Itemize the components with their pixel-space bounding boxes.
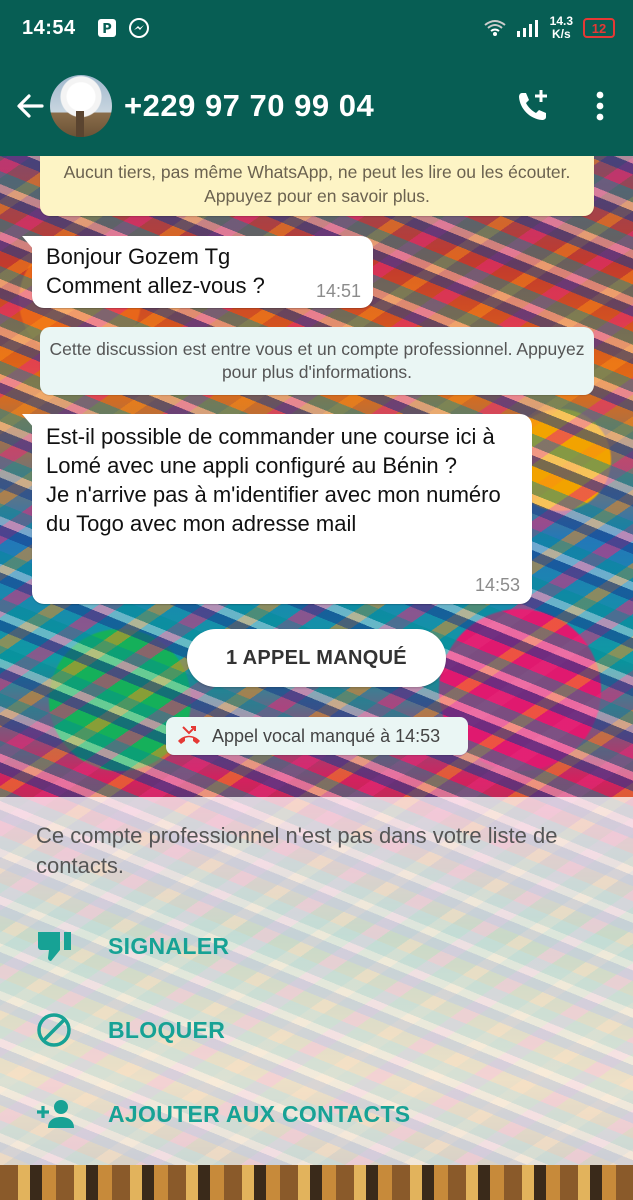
- header-actions: [515, 88, 621, 124]
- network-speed: 14.3 K/s: [549, 14, 573, 41]
- message-text: Est-il possible de commander une course …: [46, 424, 501, 536]
- add-contact-button[interactable]: AJOUTER AUX CONTACTS: [0, 1083, 633, 1145]
- missed-call-entry[interactable]: Appel vocal manqué à 14:53: [166, 717, 468, 755]
- svg-text:P: P: [102, 22, 112, 37]
- block-icon: [37, 1013, 71, 1047]
- parking-app-icon: P: [97, 19, 116, 37]
- unknown-business-panel: Ce compte professionnel n'est pas dans v…: [0, 797, 633, 1165]
- messenger-icon: [128, 18, 149, 38]
- business-account-notice[interactable]: Cette discussion est entre vous et un co…: [40, 327, 594, 395]
- thumb-down-icon: [38, 932, 71, 961]
- more-vert-icon[interactable]: [595, 90, 605, 122]
- signal-icon: [516, 20, 538, 37]
- report-button[interactable]: SIGNALER: [0, 915, 633, 977]
- battery-indicator: 12: [583, 18, 615, 38]
- person-add-icon: [37, 1100, 74, 1128]
- contact-avatar[interactable]: [50, 75, 112, 137]
- message-text: Bonjour Gozem Tg Comment allez-vous ?: [46, 244, 265, 298]
- message-bubble[interactable]: Est-il possible de commander une course …: [22, 414, 532, 604]
- missed-calls-badge[interactable]: 1 APPEL MANQUÉ: [187, 629, 446, 687]
- back-arrow-icon: [17, 94, 44, 118]
- status-time: 14:54: [22, 16, 76, 39]
- add-call-icon[interactable]: [515, 88, 551, 124]
- wallpaper-bottom-strip: [0, 1165, 633, 1200]
- missed-call-text: Appel vocal manqué à 14:53: [212, 725, 441, 746]
- business-panel-note: Ce compte professionnel n'est pas dans v…: [36, 823, 558, 878]
- status-right: 14.3 K/s 12: [484, 15, 615, 41]
- encryption-notice[interactable]: Aucun tiers, pas même WhatsApp, ne peut …: [40, 156, 594, 216]
- status-bar: 14:54 P 14.3 K/s 12: [0, 0, 633, 56]
- wifi-icon: [484, 20, 506, 36]
- missed-call-icon: [178, 726, 200, 744]
- block-button[interactable]: BLOQUER: [0, 999, 633, 1061]
- back-button[interactable]: [12, 86, 48, 126]
- contact-name[interactable]: +229 97 70 99 04: [124, 88, 374, 124]
- message-bubble[interactable]: Bonjour Gozem Tg Comment allez-vous ? 14…: [22, 236, 373, 308]
- message-time: 14:53: [474, 575, 520, 595]
- notification-icons: P: [96, 17, 150, 39]
- message-time: 14:51: [315, 281, 361, 301]
- chat-header: +229 97 70 99 04: [0, 56, 633, 156]
